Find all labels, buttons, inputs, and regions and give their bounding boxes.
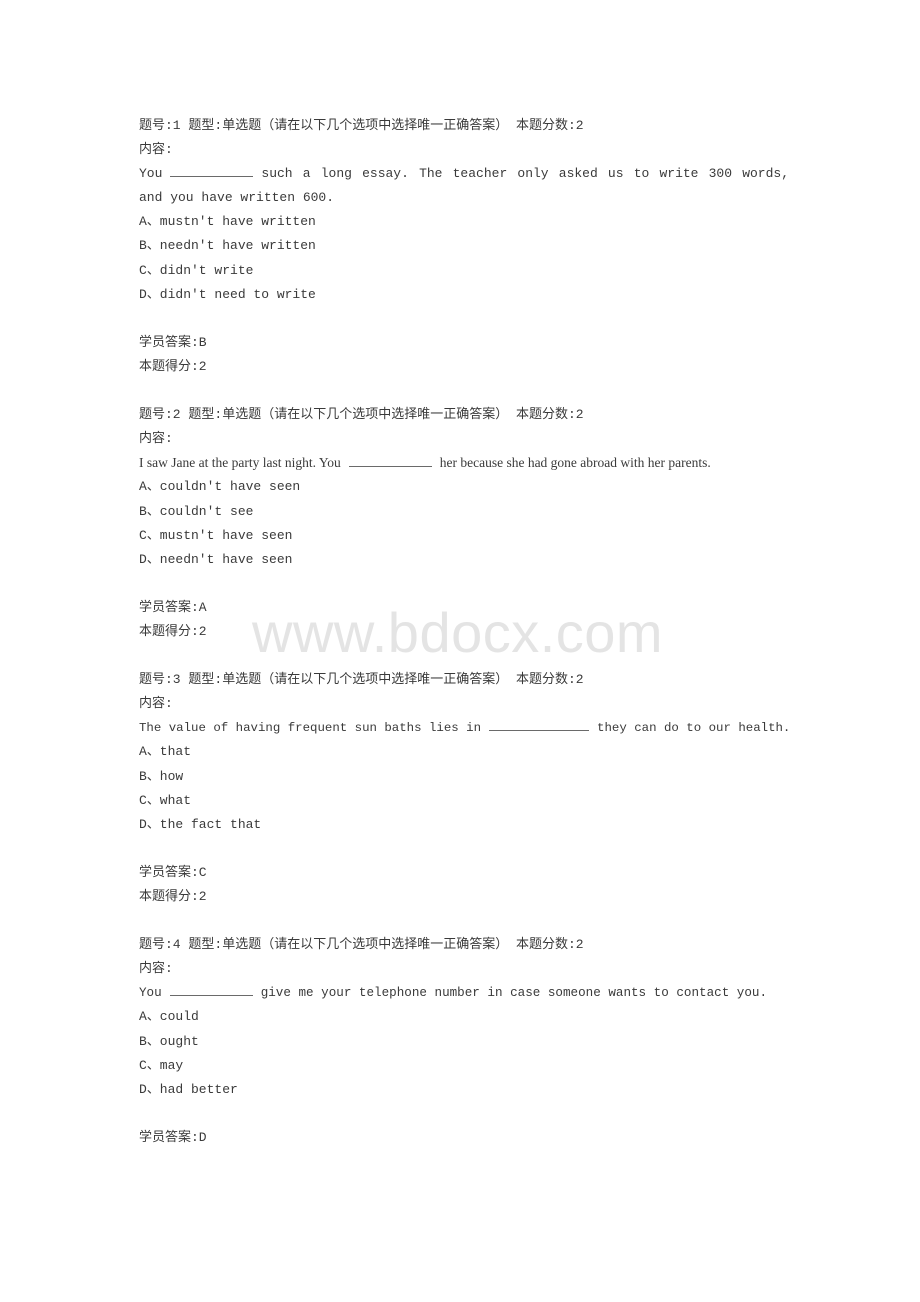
stem-before: I saw Jane at the party last night. You (139, 455, 341, 471)
answer-blank (348, 452, 432, 468)
stem-after: her because she had gone abroad with her… (439, 455, 711, 471)
option-b: B、couldn't see (139, 503, 254, 519)
option-a: A、couldn't have seen (139, 479, 301, 495)
question-header: 题号:2 题型:单选题（请在以下几个选项中选择唯一正确答案） 本题分数:2 (139, 407, 584, 423)
stem-before: The value of having frequent sun baths l… (139, 721, 482, 736)
question-3: 题号:3 题型:单选题（请在以下几个选项中选择唯一正确答案） 本题分数:2 内容… (139, 668, 791, 909)
content-label: 内容: (139, 961, 173, 977)
student-answer: 学员答案:D (139, 1129, 207, 1145)
question-stem: The value of having frequent sun baths l… (139, 716, 791, 740)
option-d: D、didn't need to write (139, 286, 316, 302)
content-label: 内容: (139, 696, 173, 712)
option-d: D、the fact that (139, 816, 262, 832)
option-c: C、may (139, 1057, 184, 1073)
content-label: 内容: (139, 142, 173, 158)
option-c: C、what (139, 792, 192, 808)
question-1: 题号:1 题型:单选题（请在以下几个选项中选择唯一正确答案） 本题分数:2 内容… (139, 114, 789, 379)
stem-before: You (139, 166, 163, 182)
question-score: 本题得分:2 (139, 889, 207, 904)
question-header: 题号:4 题型:单选题（请在以下几个选项中选择唯一正确答案） 本题分数:2 (139, 937, 584, 953)
exam-document: 题号:1 题型:单选题（请在以下几个选项中选择唯一正确答案） 本题分数:2 内容… (139, 114, 791, 1174)
option-c: C、mustn't have seen (139, 527, 293, 543)
stem-after: give me your telephone number in case so… (260, 986, 768, 1001)
option-d: D、needn't have seen (139, 551, 293, 567)
answer-blank (169, 981, 253, 997)
question-header: 题号:3 题型:单选题（请在以下几个选项中选择唯一正确答案） 本题分数:2 (139, 672, 584, 688)
question-header: 题号:1 题型:单选题（请在以下几个选项中选择唯一正确答案） 本题分数:2 (139, 118, 584, 133)
option-d: D、had better (139, 1081, 238, 1097)
content-label: 内容: (139, 431, 173, 447)
option-a: A、mustn't have written (139, 214, 316, 230)
answer-blank (489, 716, 590, 732)
student-answer: 学员答案:C (139, 864, 207, 880)
option-a: A、that (139, 744, 192, 760)
student-answer: 学员答案:B (139, 334, 207, 350)
stem-after: they can do to our health. (597, 721, 791, 736)
option-c: C、didn't write (139, 262, 254, 278)
option-a: A、could (139, 1009, 199, 1025)
question-stem: I saw Jane at the party last night. You h… (139, 451, 789, 475)
student-answer: 学员答案:A (139, 599, 207, 615)
question-stem: You such a long essay. The teacher only a… (139, 162, 789, 210)
option-b: B、needn't have written (139, 238, 316, 254)
option-b: B、how (139, 768, 184, 784)
answer-blank (170, 162, 254, 178)
question-stem: You give me your telephone number in case… (139, 981, 789, 1005)
question-2: 题号:2 题型:单选题（请在以下几个选项中选择唯一正确答案） 本题分数:2 内容… (139, 403, 789, 644)
question-score: 本题得分:2 (139, 623, 207, 639)
question-4: 题号:4 题型:单选题（请在以下几个选项中选择唯一正确答案） 本题分数:2 内容… (139, 933, 789, 1150)
option-b: B、ought (139, 1033, 199, 1049)
stem-before: You (139, 986, 162, 1001)
question-score: 本题得分:2 (139, 358, 207, 374)
